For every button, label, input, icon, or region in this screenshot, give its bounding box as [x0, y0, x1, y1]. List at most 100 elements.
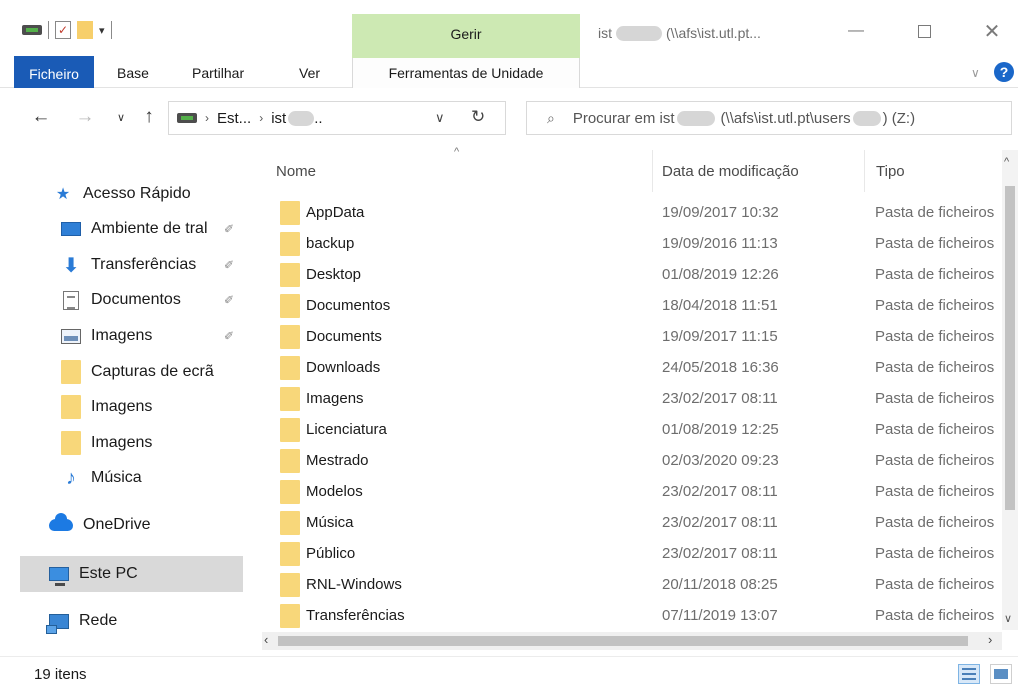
customize-toolbar-icon[interactable]: ▾: [99, 24, 105, 37]
sidebar-item-rede[interactable]: Rede: [46, 603, 252, 639]
details-view-icon: [962, 668, 976, 680]
table-row[interactable]: Imagens 23/02/2017 08:11 Pasta de ficheiro…: [262, 384, 1004, 415]
forward-button[interactable]: →: [72, 104, 98, 130]
table-row[interactable]: Transferências 07/11/2019 13:07 Pasta de f…: [262, 601, 1004, 630]
breadcrumb-segment[interactable]: ist ..: [271, 110, 322, 127]
column-header-type[interactable]: Tipo: [864, 150, 1002, 192]
horizontal-scrollbar[interactable]: ‹ ›: [262, 632, 1002, 650]
file-type: Pasta de ficheiros: [875, 452, 995, 469]
file-type: Pasta de ficheiros: [875, 514, 995, 531]
file-date: 19/09/2017 11:15: [662, 328, 778, 345]
folder-icon: [280, 201, 300, 225]
folder-icon: [280, 387, 300, 411]
vertical-scrollbar[interactable]: ^ ∨: [1002, 150, 1018, 630]
recent-locations-button[interactable]: ∨: [108, 104, 134, 130]
scroll-left-arrow-icon[interactable]: ‹: [264, 632, 268, 647]
large-icons-view-button[interactable]: [990, 664, 1012, 684]
table-row[interactable]: AppData 19/09/2017 10:32 Pasta de ficheiro…: [262, 198, 1004, 229]
table-row[interactable]: Mestrado 02/03/2020 09:23 Pasta de ficheir…: [262, 446, 1004, 477]
sidebar-item-label: Imagens: [91, 398, 153, 415]
table-row[interactable]: Público 23/02/2017 08:11 Pasta de ficheiro…: [262, 539, 1004, 570]
file-list: AppData 19/09/2017 10:32 Pasta de ficheiro…: [262, 198, 1004, 630]
pin-icon[interactable]: ✐: [224, 258, 234, 272]
sidebar-item-imagens-folder-2[interactable]: Imagens: [60, 425, 256, 461]
refresh-icon[interactable]: ↻: [471, 107, 485, 127]
tab-ferramentas-de-unidade[interactable]: Ferramentas de Unidade: [352, 58, 580, 88]
file-date: 20/11/2018 08:25: [662, 576, 778, 593]
sidebar-item-documentos[interactable]: Documentos ✐: [60, 282, 256, 318]
window-title-prefix: ist: [598, 25, 612, 41]
breadcrumb-chevron-icon[interactable]: ›: [205, 111, 209, 125]
sidebar-item-imagens-pinned[interactable]: Imagens ✐: [60, 318, 256, 354]
breadcrumb-chevron-icon[interactable]: ›: [259, 111, 263, 125]
search-box[interactable]: ⌕ Procurar em ist (\\afs\ist.utl.pt\user…: [526, 101, 1012, 135]
pin-icon[interactable]: ✐: [224, 329, 234, 343]
file-name: Licenciatura: [306, 421, 387, 438]
desktop-icon: [60, 219, 82, 239]
properties-check-icon[interactable]: ✓: [55, 21, 71, 39]
sidebar-item-acesso-rapido[interactable]: ★ Acesso Rápido: [52, 176, 252, 212]
folder-icon: [280, 325, 300, 349]
breadcrumb-segment-label: ist: [271, 109, 287, 127]
toolbar-separator: [48, 21, 49, 39]
table-row[interactable]: Música 23/02/2017 08:11 Pasta de ficheiros: [262, 508, 1004, 539]
sidebar-item-label: Rede: [79, 612, 118, 629]
vertical-scroll-thumb[interactable]: [1005, 186, 1015, 510]
arrow-right-icon: →: [75, 106, 95, 127]
back-button[interactable]: ←: [28, 104, 54, 130]
file-name: Documentos: [306, 297, 391, 314]
table-row[interactable]: Documentos 18/04/2018 11:51 Pasta de fiche…: [262, 291, 1004, 322]
sidebar-item-capturas-de-ecra[interactable]: Capturas de ecrã: [60, 354, 256, 390]
tab-ficheiro[interactable]: Ficheiro: [14, 56, 94, 88]
breadcrumb-segment[interactable]: Est...: [217, 110, 251, 127]
sidebar-item-musica[interactable]: ♪ Música: [60, 460, 256, 496]
folder-icon: [280, 294, 300, 318]
table-row[interactable]: RNL-Windows 20/11/2018 08:25 Pasta de fich…: [262, 570, 1004, 601]
pin-icon[interactable]: ✐: [224, 293, 234, 307]
pin-icon[interactable]: ✐: [224, 222, 234, 236]
table-row[interactable]: Desktop 01/08/2019 12:26 Pasta de ficheiro…: [262, 260, 1004, 291]
table-row[interactable]: Licenciatura 01/08/2019 12:25 Pasta de fic…: [262, 415, 1004, 446]
folder-icon: [280, 604, 300, 628]
column-header-date[interactable]: Data de modificação: [652, 150, 864, 192]
chevron-down-icon: ∨: [116, 111, 126, 124]
address-dropdown-icon[interactable]: ∨: [435, 110, 445, 126]
expand-ribbon-chevron-icon[interactable]: ∨: [971, 66, 980, 80]
address-bar[interactable]: › Est... › ist .. ∨ ↻: [168, 101, 506, 135]
arrow-left-icon: ←: [31, 106, 51, 127]
drive-icon[interactable]: [22, 25, 42, 35]
table-row[interactable]: Modelos 23/02/2017 08:11 Pasta de ficheiro…: [262, 477, 1004, 508]
table-row[interactable]: Documents 19/09/2017 11:15 Pasta de fichei…: [262, 322, 1004, 353]
folder-icon: [280, 418, 300, 442]
ribbon-tabs: Ficheiro Base Partilhar Ver Ferramentas …: [0, 56, 1018, 88]
minimize-button[interactable]: —: [836, 16, 876, 46]
table-row[interactable]: Downloads 24/05/2018 16:36 Pasta de fichei…: [262, 353, 1004, 384]
sidebar-item-transferencias[interactable]: ⬇ Transferências ✐: [60, 247, 256, 283]
scroll-up-arrow-icon[interactable]: ^: [1004, 156, 1009, 168]
computer-icon: [48, 564, 70, 586]
scroll-down-arrow-icon[interactable]: ∨: [1004, 612, 1012, 625]
tab-partilhar[interactable]: Partilhar: [192, 58, 244, 88]
file-type: Pasta de ficheiros: [875, 483, 995, 500]
file-date: 23/02/2017 08:11: [662, 483, 778, 500]
file-date: 02/03/2020 09:23: [662, 452, 779, 469]
horizontal-scroll-thumb[interactable]: [278, 636, 968, 646]
document-icon: [60, 290, 82, 310]
details-view-button[interactable]: [958, 664, 980, 684]
table-row[interactable]: backup 19/09/2016 11:13 Pasta de ficheiros: [262, 229, 1004, 260]
tab-base[interactable]: Base: [117, 58, 149, 88]
column-header-name[interactable]: Nome: [262, 150, 652, 192]
close-button[interactable]: ✕: [972, 16, 1012, 46]
window-title: ist (\\afs\ist.utl.pt...: [598, 25, 761, 41]
up-button[interactable]: ↑: [136, 104, 162, 130]
scroll-right-arrow-icon[interactable]: ›: [988, 632, 992, 647]
sidebar-item-label: OneDrive: [83, 516, 151, 533]
sidebar-item-este-pc[interactable]: Este PC: [20, 556, 243, 592]
tab-ver[interactable]: Ver: [299, 58, 320, 88]
help-icon[interactable]: ?: [994, 62, 1014, 82]
sidebar-item-ambiente-de-trabalho[interactable]: Ambiente de tral ✐: [60, 211, 256, 247]
sidebar-item-onedrive[interactable]: OneDrive: [48, 507, 252, 543]
sidebar-item-imagens-folder[interactable]: Imagens: [60, 389, 256, 425]
new-folder-icon[interactable]: [77, 21, 93, 39]
maximize-button[interactable]: [904, 16, 944, 46]
